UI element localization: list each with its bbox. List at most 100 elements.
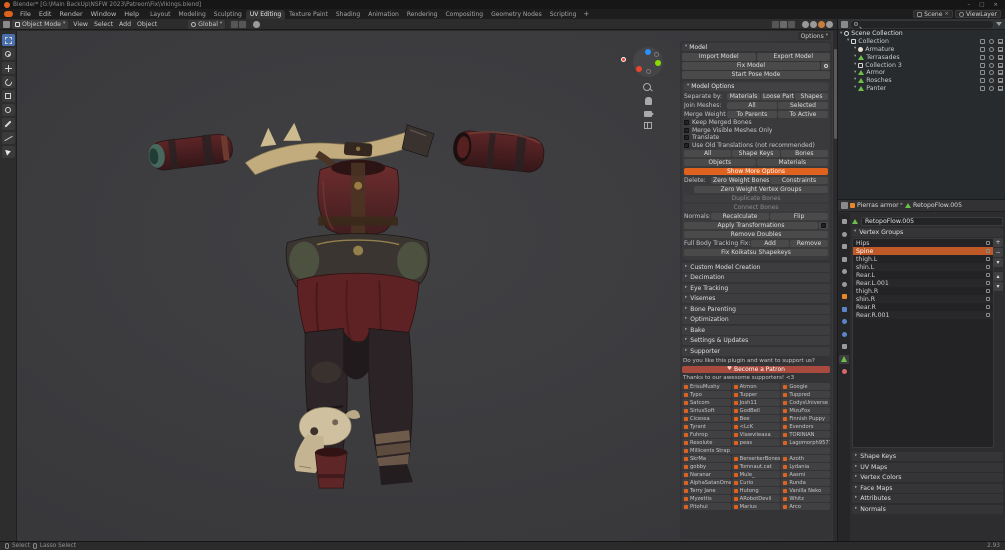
menubar-item[interactable]: Render (55, 10, 86, 18)
supporter-item[interactable]: CodysUniverse (781, 399, 830, 406)
selectable-toggle-icon[interactable] (980, 70, 985, 76)
vertex-group-row[interactable]: thigh.R (853, 287, 993, 295)
apply-all-toggle[interactable] (819, 221, 828, 229)
supporter-item[interactable]: AlphaSatanOmega (682, 479, 731, 486)
hide-toggle-icon[interactable] (989, 85, 994, 91)
export-model-button[interactable]: Export Model (756, 53, 830, 61)
zoom-icon[interactable] (643, 83, 652, 92)
supporter-item[interactable]: Resolute (682, 439, 731, 446)
join-meshes-button[interactable]: All (727, 101, 777, 109)
tab-render[interactable] (839, 230, 849, 239)
supporter-item[interactable]: Arco (781, 503, 830, 510)
cats-section-header[interactable]: ▸ Supporter (682, 346, 830, 356)
expand-icon[interactable]: ▾ (854, 86, 856, 91)
workspace-tab[interactable]: Sculpting (210, 10, 246, 20)
vertex-group-row[interactable]: Rear.R.001 (853, 311, 993, 319)
close-button[interactable]: × (990, 2, 1001, 8)
selectable-toggle-icon[interactable] (980, 54, 985, 60)
show-more-options-button[interactable]: Show More Options (684, 167, 828, 175)
show-overlays-icon[interactable] (780, 20, 787, 28)
supporter-item[interactable]: Tyrant (682, 423, 731, 430)
option-checkbox[interactable]: Merge Visible Meshes Only (684, 127, 828, 134)
workspace-tab[interactable]: Modeling (175, 10, 210, 20)
tab-constraints[interactable] (839, 342, 849, 351)
tab-object-data[interactable] (839, 354, 849, 364)
viewport-3d[interactable]: Options ▾ ▾ Model Import Model Export Mo… (17, 31, 837, 541)
cats-section-header[interactable]: ▸ Optimization (682, 315, 830, 324)
outliner-editor-type-button[interactable] (841, 20, 848, 28)
supporter-item[interactable]: Tuppred (781, 391, 830, 398)
become-patron-button[interactable]: ♥ Become a Patron (682, 365, 830, 373)
fix-model-settings-button[interactable] (821, 62, 830, 70)
supporter-item[interactable]: Typo (682, 391, 731, 398)
axis-y-icon[interactable] (655, 60, 661, 66)
workspace-tab[interactable]: Compositing (441, 10, 487, 20)
vertex-group-row[interactable]: Hips (853, 239, 993, 247)
vertex-group-row[interactable]: shin.R (853, 295, 993, 303)
merge-weights-button[interactable]: To Active (778, 110, 828, 118)
tab-output[interactable] (839, 242, 849, 251)
show-gizmo-icon[interactable] (772, 20, 779, 28)
outliner-row[interactable]: ▾ Armor (838, 69, 1005, 77)
hide-toggle-icon[interactable] (989, 46, 994, 52)
cats-section-header[interactable]: ▸ Visemes (682, 294, 830, 303)
supporter-item[interactable]: Myzettis (682, 495, 731, 502)
selectable-toggle-icon[interactable] (980, 46, 985, 52)
expand-icon[interactable]: ▾ (854, 70, 856, 76)
normals-button[interactable]: Recalculate (711, 212, 769, 220)
supporter-item[interactable]: Evendors (781, 423, 830, 430)
separate-option-button[interactable]: Shapes (795, 92, 828, 100)
snap-magnet-icon[interactable] (231, 20, 239, 28)
outliner-row-scene-collection[interactable]: ▾ Scene Collection (838, 30, 1005, 38)
vertex-groups-panel-header[interactable]: ▾ Vertex Groups (852, 228, 1003, 237)
option-checkbox[interactable]: Keep Merged Bones (684, 119, 828, 126)
outliner-row[interactable]: ▾ Rosches (838, 77, 1005, 85)
supporter-item[interactable]: Naranar (682, 471, 731, 478)
tool-annotate-button[interactable] (1, 118, 15, 130)
supporter-item[interactable]: ARobotDevil (731, 495, 781, 502)
translate-button[interactable]: All (684, 149, 732, 157)
workspace-tab[interactable]: Layout (146, 10, 174, 20)
apply-transformations-button[interactable]: Apply Transformations (684, 221, 818, 229)
tool-cursor-button[interactable] (1, 48, 15, 60)
add-workspace-button[interactable]: + (580, 10, 592, 18)
cats-section-header[interactable]: ▸ Decimation (682, 273, 830, 282)
editor-type-button[interactable] (3, 20, 10, 28)
remove-vertex-group-button[interactable]: − (993, 248, 1003, 257)
shading-material-icon[interactable] (818, 20, 825, 28)
supporter-item[interactable]: Bee (731, 415, 781, 422)
lock-icon[interactable] (986, 241, 990, 245)
render-toggle-icon[interactable] (998, 54, 1003, 60)
cursor-3d-icon[interactable] (621, 57, 626, 62)
tool-move-button[interactable] (1, 62, 15, 74)
vertex-group-row[interactable]: Spine (853, 247, 993, 255)
supporter-item[interactable]: peas (731, 439, 781, 446)
import-model-button[interactable]: Import Model (682, 53, 756, 61)
supporter-item[interactable]: GodBell (731, 407, 781, 414)
supporter-item[interactable]: Whitz (781, 495, 830, 502)
supporter-item[interactable]: Runda (781, 479, 830, 486)
remove-doubles-button[interactable]: Remove Doubles (684, 230, 828, 238)
navigation-gizmo[interactable] (633, 47, 663, 77)
vertex-group-row[interactable]: Rear.R (853, 303, 993, 311)
supporter-item[interactable]: ErisuMushy (682, 383, 731, 390)
supporter-item[interactable]: Lydania (781, 463, 830, 470)
breadcrumb-object[interactable]: Pierras armor (857, 202, 899, 209)
lock-icon[interactable] (986, 305, 990, 309)
supporter-item[interactable]: Tupper (731, 391, 781, 398)
workspace-tab[interactable]: Rendering (403, 10, 442, 20)
zero-weight-vertex-groups-button[interactable]: Zero Weight Vertex Groups (694, 185, 828, 193)
supporter-item[interactable]: SkrMa (682, 455, 731, 462)
supporter-item[interactable]: Marius (731, 503, 781, 510)
supporter-item[interactable]: Google (781, 383, 830, 390)
proportional-editing-icon[interactable] (253, 20, 261, 28)
translate-button[interactable]: Objects (684, 158, 756, 166)
expand-icon[interactable]: ▾ (854, 55, 856, 60)
tab-world[interactable] (839, 280, 849, 289)
tool-select-box-button[interactable] (1, 34, 15, 46)
workspace-tab[interactable]: Animation (364, 10, 403, 20)
separate-option-button[interactable]: Loose Parts (761, 92, 794, 100)
supporter-item[interactable]: Azoth (781, 455, 830, 462)
snap-settings-icon[interactable] (239, 20, 247, 28)
outliner-row[interactable]: ▾ Panter (838, 85, 1005, 93)
